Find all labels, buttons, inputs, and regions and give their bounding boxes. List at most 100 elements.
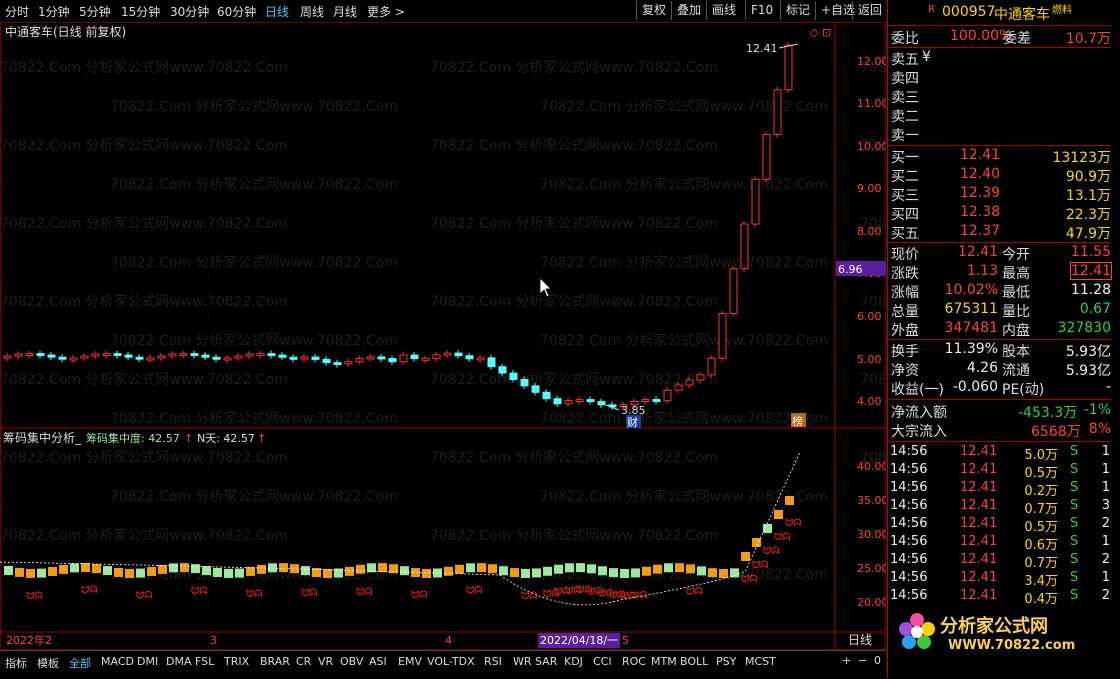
sector-tag[interactable]: 燃料: [1052, 1, 1072, 16]
f10-button[interactable]: F10: [745, 1, 778, 20]
price-axis-label: 6.00: [857, 310, 882, 323]
sell-label: 卖一: [891, 128, 919, 144]
period-weekly[interactable]: 周线: [300, 3, 324, 20]
buy-price: 12.40: [960, 166, 1001, 182]
stats-row: 换手 11.39% 股本 5.93亿: [888, 341, 1111, 360]
quote-label: 总量: [891, 304, 919, 320]
quote-value: 0.67: [1079, 301, 1111, 317]
mark-button[interactable]: 标记: [780, 1, 815, 20]
tick-time: 14:56: [890, 516, 928, 531]
indicator-tab[interactable]: WR: [513, 655, 532, 668]
indicator-tab[interactable]: FSL: [195, 655, 214, 668]
period-monthly[interactable]: 月线: [333, 3, 357, 20]
candle-body: [454, 352, 463, 357]
candle-body: [520, 379, 529, 387]
indicator-tab[interactable]: DMA: [166, 655, 192, 668]
indicator-tab[interactable]: OBV: [340, 655, 363, 668]
candle-body: [740, 223, 749, 270]
chart-area[interactable]: 70822.Com 分析家公式网www.70822.Com 70822.Com 分…: [0, 22, 1120, 650]
stats-label: 换手: [891, 344, 919, 360]
zoom-in-button[interactable]: +: [842, 654, 851, 667]
candle-body: [674, 384, 683, 391]
chart-corner-icon[interactable]: ◇ ⊡: [810, 26, 831, 39]
indicator-tab[interactable]: MCST: [745, 655, 776, 668]
logo-url: WWW.70822.com: [948, 638, 1076, 653]
period-fenshi[interactable]: 分时: [5, 3, 29, 20]
tick-volume: 0.7万: [1024, 556, 1058, 571]
price-axis: 12.00 11.00 10.00 9.00 8.00 7.00 6.00 5.…: [836, 55, 889, 408]
indicator-tab[interactable]: SAR: [535, 655, 557, 668]
tick-count: 2: [1101, 552, 1110, 567]
buy-price: 12.39: [960, 185, 1001, 201]
indicator-tab[interactable]: BRAR: [260, 655, 290, 668]
period-15min[interactable]: 15分钟: [121, 3, 160, 20]
stats-label: 净资: [891, 363, 919, 379]
draw-button[interactable]: 画线: [706, 1, 741, 20]
quote-label: 量比: [1002, 304, 1030, 320]
period-daily[interactable]: 日线: [265, 3, 289, 20]
indicator-tab[interactable]: RSI: [484, 655, 502, 668]
chip-bar: [224, 568, 233, 578]
sell-label: 卖四: [891, 71, 919, 87]
indicator-tab[interactable]: BOLL: [680, 655, 708, 668]
tick-side: S: [1070, 552, 1079, 567]
indicator-tab[interactable]: KDJ: [564, 655, 583, 668]
quote-row: 涨幅 10.02% 最低 11.28: [888, 282, 1111, 301]
candle-body: [300, 356, 309, 360]
candle-body: [344, 361, 353, 365]
chip-bar: [246, 566, 255, 576]
period-1min[interactable]: 1分钟: [38, 3, 70, 20]
period-more[interactable]: 更多 >: [367, 3, 405, 20]
zoom-out-button[interactable]: −: [858, 654, 867, 667]
buy-label: 买四: [891, 207, 919, 223]
back-button[interactable]: 返回: [852, 1, 889, 20]
indicator-tab[interactable]: VR: [318, 655, 333, 668]
kline-chart[interactable]: 70822.Com 分析家公式网www.70822.Com 70822.Com 分…: [0, 22, 1120, 650]
tick-row: 14:56 12.41 0.5万 S 2: [890, 516, 1110, 535]
indicator-tab[interactable]: TRIX: [224, 655, 249, 668]
chip-bar: [598, 566, 607, 576]
candle-body: [751, 178, 760, 225]
indicator-tab[interactable]: DMI: [137, 655, 158, 668]
indicator-tab[interactable]: ROC: [622, 655, 646, 668]
candle-body: [256, 353, 265, 357]
quote-value: 347481: [944, 320, 998, 336]
tick-row: 14:56 12.41 3.4万 S 1: [890, 570, 1110, 589]
indicator-tab[interactable]: 全部: [69, 655, 91, 671]
candle-body: [564, 400, 573, 405]
chip-bar: [444, 566, 453, 576]
weicha-label: 委差: [1003, 31, 1031, 47]
indicator-tab[interactable]: CR: [296, 655, 311, 668]
period-5min[interactable]: 5分钟: [79, 3, 111, 20]
candle-body: [476, 357, 485, 361]
chip-bar: [345, 566, 354, 576]
indicator-tab[interactable]: PSY: [716, 655, 736, 668]
indicator-axis: 40.00 35.00 30.00 25.00 20.00: [857, 460, 889, 609]
chip-bar: [37, 568, 46, 578]
watermark-text: 70822.Com 分析家公式网www.70822.Com: [430, 293, 718, 310]
candle-body: [355, 357, 364, 363]
indicator-tab[interactable]: VOL-TDX: [427, 655, 475, 668]
indicator-tab[interactable]: EMV: [398, 655, 422, 668]
chip-bar: [543, 566, 552, 576]
tick-price: 12.41: [960, 588, 998, 603]
indicator-tab[interactable]: ASI: [369, 655, 387, 668]
indicator-tab[interactable]: CCI: [593, 655, 612, 668]
period-60min[interactable]: 60分钟: [217, 3, 256, 20]
candle-body: [410, 354, 419, 360]
chip-bar: [422, 568, 431, 578]
chip-bar: [620, 568, 629, 578]
tick-side: S: [1070, 480, 1079, 495]
indicator-tab[interactable]: 模板: [37, 655, 59, 671]
cycle-label[interactable]: 日线: [848, 633, 872, 647]
stats-row: 净资 4.26 流通 5.93亿: [888, 360, 1111, 379]
fuquan-button[interactable]: 复权: [636, 1, 671, 20]
chip-bar: [147, 566, 156, 576]
period-30min[interactable]: 30分钟: [170, 3, 209, 20]
indicator-tab[interactable]: MTM: [651, 655, 677, 668]
indicator-tab[interactable]: MACD: [101, 655, 134, 668]
indicator-tab[interactable]: 指标: [5, 655, 27, 671]
butterfly-icon: ᗢᗣ: [136, 591, 153, 602]
zoom-reset-button[interactable]: 0: [874, 654, 881, 667]
overlay-button[interactable]: 叠加: [671, 1, 706, 20]
